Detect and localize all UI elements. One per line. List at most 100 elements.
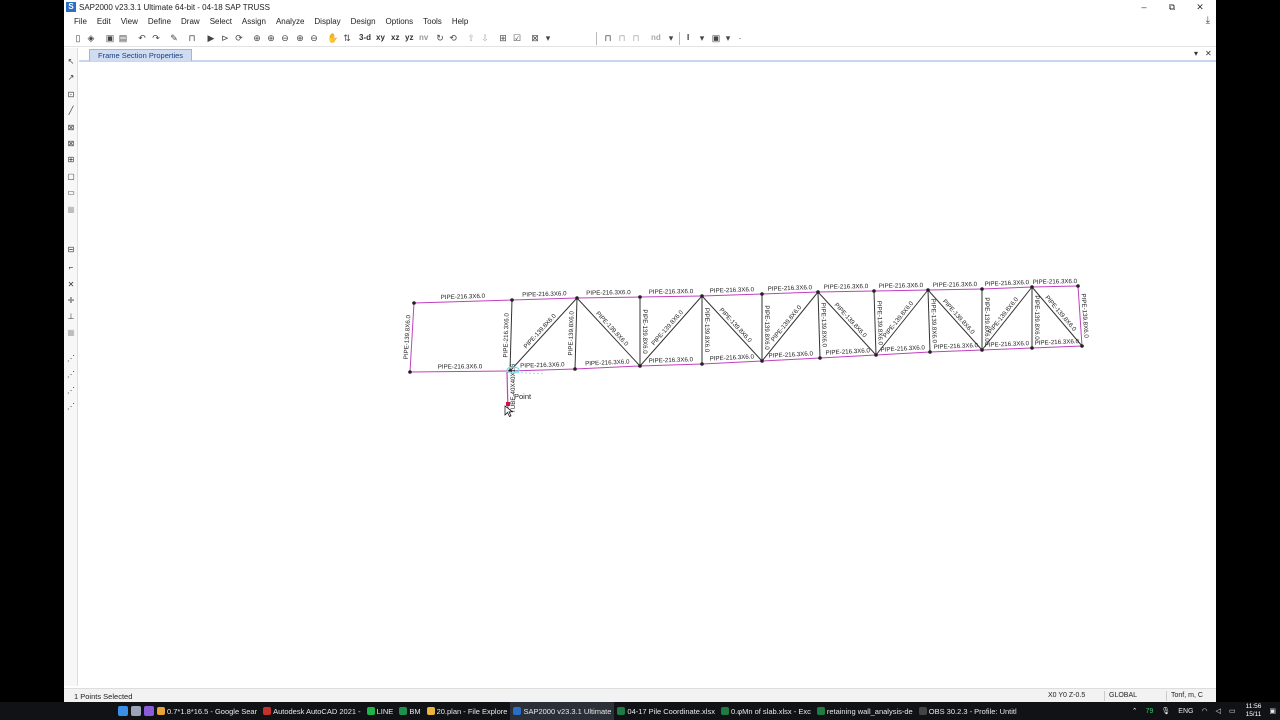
snap-fine-grid-icon[interactable]: ⋰ bbox=[66, 354, 76, 364]
view-xz-button[interactable]: xz bbox=[391, 33, 399, 42]
close-button[interactable]: ✕ bbox=[1186, 0, 1214, 14]
tab-close-icon[interactable]: ✕ bbox=[1205, 49, 1212, 58]
taskbar-app-file-explorer[interactable]: 20.plan - File Explore bbox=[424, 702, 511, 720]
menu-design[interactable]: Design bbox=[351, 17, 376, 26]
perspective-icon[interactable]: ⟲ bbox=[447, 32, 459, 44]
pointer-icon[interactable]: ↖ bbox=[66, 57, 76, 67]
taskbar-app-bm[interactable]: BM bbox=[396, 702, 423, 720]
zoom-in-icon[interactable]: ⊕ bbox=[265, 32, 277, 44]
truss-joint[interactable] bbox=[1030, 285, 1034, 289]
snap-joint-icon[interactable]: ⌐ bbox=[66, 263, 76, 273]
fill-icon[interactable]: ▣ bbox=[710, 32, 722, 44]
truss-joint[interactable] bbox=[510, 298, 514, 302]
truss-joint[interactable] bbox=[872, 289, 876, 293]
snap-perpendicular-icon[interactable]: ⊥ bbox=[66, 312, 76, 322]
truss-joint[interactable] bbox=[638, 364, 642, 368]
rotate-view-icon[interactable]: ↻ bbox=[434, 32, 446, 44]
open-icon[interactable]: ◈ bbox=[85, 32, 97, 44]
view-3d-button[interactable]: 3-d bbox=[359, 33, 371, 42]
snap-grid-icon[interactable]: ⋰ bbox=[66, 370, 76, 380]
set-display-icon[interactable]: ⊠ bbox=[529, 32, 541, 44]
nd-button[interactable]: nd bbox=[651, 33, 661, 42]
taskbar-app-excel-retaining[interactable]: retaining wall_analysis-de bbox=[814, 702, 916, 720]
taskbar-app-autocad[interactable]: Autodesk AutoCAD 2021 - bbox=[260, 702, 364, 720]
truss-joint[interactable] bbox=[874, 353, 878, 357]
truss-joint[interactable] bbox=[818, 356, 822, 360]
tray-chevron-icon[interactable]: ⌃ bbox=[1132, 707, 1138, 715]
taskbar-app-excel-slab[interactable]: 0.φMn of slab.xlsx - Exc bbox=[718, 702, 814, 720]
zoom-full-icon[interactable]: ⊕ bbox=[294, 32, 306, 44]
diagonal-member[interactable] bbox=[576, 297, 641, 367]
taskbar-app-chrome[interactable]: 0.7*1.8*16.5 - Google Sear bbox=[154, 702, 260, 720]
text-tool-button[interactable]: I bbox=[687, 33, 689, 42]
move-down-icon[interactable]: ⇩ bbox=[479, 32, 491, 44]
truss-joint[interactable] bbox=[1030, 346, 1034, 350]
menu-file[interactable]: File bbox=[74, 17, 87, 26]
truss-joint[interactable] bbox=[575, 296, 579, 300]
wifi-icon[interactable]: ◠ bbox=[1201, 707, 1207, 715]
menu-assign[interactable]: Assign bbox=[242, 17, 266, 26]
microphone-icon[interactable]: 🎙 bbox=[1161, 707, 1170, 715]
diagonal-member[interactable] bbox=[509, 297, 578, 372]
zoom-window-icon[interactable]: ⊕ bbox=[251, 32, 263, 44]
vertical-member[interactable] bbox=[509, 299, 513, 372]
snap-line-ends-icon[interactable]: ✕ bbox=[66, 280, 76, 290]
display-dropdown-icon[interactable]: ▾ bbox=[542, 32, 554, 44]
search-icon[interactable] bbox=[131, 706, 141, 716]
truss-model-drawing[interactable]: PIPE-216.3X6.0PIPE-216.3X6.0PIPE-216.3X6… bbox=[79, 63, 1216, 686]
truss-joint[interactable] bbox=[700, 294, 704, 298]
truss-joint[interactable] bbox=[928, 350, 932, 354]
top-chord-member[interactable] bbox=[639, 295, 703, 298]
menu-help[interactable]: Help bbox=[452, 17, 468, 26]
refresh-window-icon[interactable]: ⟳ bbox=[233, 32, 245, 44]
truss-joint[interactable] bbox=[1080, 344, 1084, 348]
maximize-button[interactable]: ⧉ bbox=[1158, 0, 1186, 14]
save-icon[interactable]: ▣ bbox=[104, 32, 116, 44]
model-view-canvas[interactable]: PIPE-216.3X6.0 PIPE-216.3X6.0 PIPE-216.3X6… bbox=[79, 63, 1216, 686]
view-yz-button[interactable]: yz bbox=[405, 33, 413, 42]
fill-dropdown-icon[interactable]: ▾ bbox=[722, 32, 734, 44]
draw-joint-icon[interactable]: ⊡ bbox=[66, 90, 76, 100]
menu-define[interactable]: Define bbox=[148, 17, 171, 26]
menu-draw[interactable]: Draw bbox=[181, 17, 200, 26]
new-model-icon[interactable]: ▯ bbox=[72, 32, 84, 44]
truss-joint[interactable] bbox=[980, 287, 984, 291]
taskbar-clock[interactable]: 11:56 15/11 bbox=[1246, 703, 1262, 719]
menu-tools[interactable]: Tools bbox=[423, 17, 442, 26]
draw-rect-area-icon[interactable]: ▭ bbox=[66, 188, 76, 198]
quick-draw-brace-icon[interactable]: ⊠ bbox=[66, 139, 76, 149]
draw-frame-icon[interactable]: ╱ bbox=[66, 106, 76, 116]
menu-analyze[interactable]: Analyze bbox=[276, 17, 304, 26]
menu-edit[interactable]: Edit bbox=[97, 17, 111, 26]
truss-joint[interactable] bbox=[573, 367, 577, 371]
zoom-out-icon[interactable]: ⊖ bbox=[279, 32, 291, 44]
tray-temperature[interactable]: 79 bbox=[1146, 708, 1154, 715]
quick-draw-frame-icon[interactable]: ⊠ bbox=[66, 123, 76, 133]
download-icon[interactable]: ⤓ bbox=[1206, 15, 1210, 26]
top-chord-member[interactable] bbox=[873, 289, 929, 292]
assign-dropdown-icon[interactable]: ▾ bbox=[665, 32, 677, 44]
view-nv-button[interactable]: nv bbox=[419, 33, 428, 42]
start-icon[interactable] bbox=[118, 706, 128, 716]
zoom-previous-icon[interactable]: ⊖ bbox=[308, 32, 320, 44]
draw-area-icon[interactable]: ▢ bbox=[66, 172, 76, 182]
taskbar-app-obs[interactable]: OBS 30.2.3 - Profile: Untitl bbox=[916, 702, 1020, 720]
draw-solid-icon[interactable]: ▦ bbox=[66, 205, 76, 215]
bottom-chord-member[interactable] bbox=[409, 370, 511, 373]
truss-joint[interactable] bbox=[926, 288, 930, 292]
select-all-icon[interactable]: ⊟ bbox=[66, 245, 76, 255]
coordinate-system-select[interactable]: GLOBAL bbox=[1104, 691, 1164, 701]
move-up-icon[interactable]: ⇧ bbox=[465, 32, 477, 44]
text-dropdown-icon[interactable]: ▾ bbox=[696, 32, 708, 44]
menu-display[interactable]: Display bbox=[314, 17, 340, 26]
truss-joint[interactable] bbox=[760, 292, 764, 296]
more-tools-icon[interactable]: · bbox=[734, 32, 746, 44]
truss-joint[interactable] bbox=[980, 348, 984, 352]
snap-midpoint-icon[interactable]: ⋰ bbox=[66, 386, 76, 396]
top-chord-member[interactable] bbox=[817, 290, 875, 293]
lock-icon[interactable]: ⊓ bbox=[186, 32, 198, 44]
truss-joint[interactable] bbox=[700, 362, 704, 366]
snap-intersection-icon[interactable]: ✛ bbox=[66, 296, 76, 306]
view-xy-button[interactable]: xy bbox=[376, 33, 385, 42]
snap-options-icon[interactable]: ⋰ bbox=[66, 402, 76, 412]
